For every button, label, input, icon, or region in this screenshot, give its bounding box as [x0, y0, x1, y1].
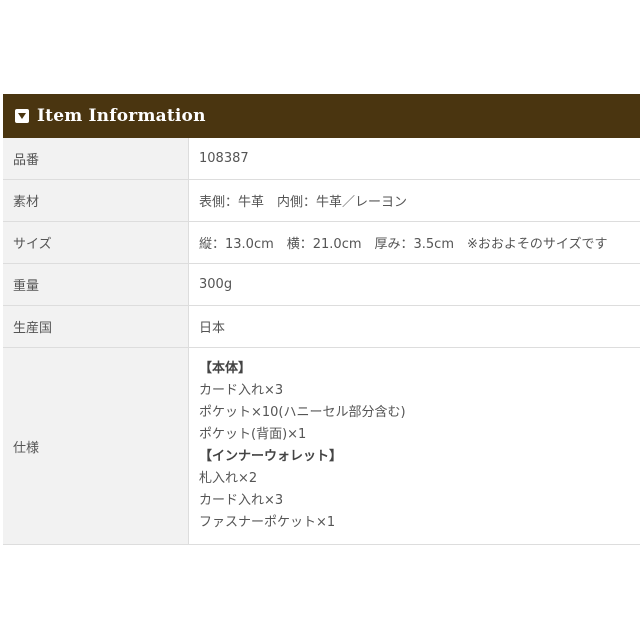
spec-line: カード入れ×3: [199, 383, 284, 398]
table-row-country: 生産国 日本: [3, 305, 640, 348]
spec-line: 【本体】: [199, 361, 252, 376]
row-value: 300g: [188, 263, 640, 306]
row-label: 生産国: [3, 305, 189, 348]
caret-down-square-icon[interactable]: [15, 109, 29, 123]
table-row-material: 素材 表側：牛革 内側：牛革／レーヨン: [3, 179, 640, 222]
spec-line: ポケット(背面)×1: [199, 427, 307, 442]
spec-line: 札入れ×2: [199, 471, 258, 486]
spec-line: ファスナーポケット×1: [199, 515, 336, 530]
row-label: 品番: [3, 138, 189, 180]
row-value: 縦：13.0cm 横：21.0cm 厚み：3.5cm ※おおよそのサイズです: [188, 221, 640, 264]
row-value: 表側：牛革 内側：牛革／レーヨン: [188, 179, 640, 222]
spec-list: 【本体】 カード入れ×3 ポケット×10(ハニーセル部分含む) ポケット(背面)…: [199, 358, 630, 534]
item-information-panel: Item Information 品番 108387 素材 表側：牛革 内側：牛…: [3, 94, 640, 545]
row-label: 素材: [3, 179, 189, 222]
row-label: 重量: [3, 263, 189, 306]
item-information-header[interactable]: Item Information: [3, 94, 640, 138]
spec-value: 【本体】 カード入れ×3 ポケット×10(ハニーセル部分含む) ポケット(背面)…: [188, 347, 640, 545]
table-row-size: サイズ 縦：13.0cm 横：21.0cm 厚み：3.5cm ※おおよそのサイズ…: [3, 221, 640, 264]
row-value: 108387: [188, 138, 640, 180]
spec-line: ポケット×10(ハニーセル部分含む): [199, 405, 406, 420]
row-value: 日本: [188, 305, 640, 348]
item-information-table: 品番 108387 素材 表側：牛革 内側：牛革／レーヨン サイズ 縦：13.0…: [3, 138, 640, 545]
table-row-specification: 仕様 【本体】 カード入れ×3 ポケット×10(ハニーセル部分含む) ポケット(…: [3, 347, 640, 545]
section-title: Item Information: [37, 106, 206, 126]
table-row-item-number: 品番 108387: [3, 138, 640, 180]
spec-line: 【インナーウォレット】: [199, 449, 343, 464]
row-label: 仕様: [3, 347, 189, 545]
row-label: サイズ: [3, 221, 189, 264]
table-row-weight: 重量 300g: [3, 263, 640, 306]
spec-line: カード入れ×3: [199, 493, 284, 508]
